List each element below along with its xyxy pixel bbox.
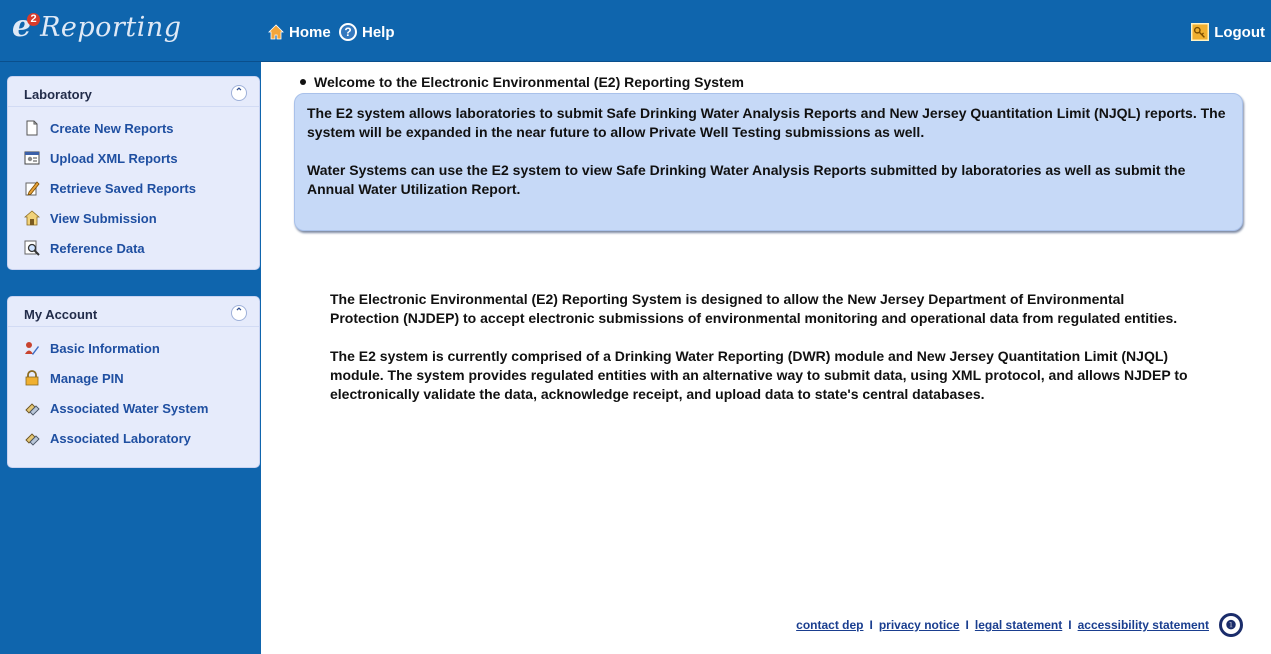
home-icon bbox=[268, 24, 284, 40]
sidebar-item-label: View Submission bbox=[50, 210, 157, 226]
link-icon bbox=[25, 403, 40, 416]
my-account-panel-header[interactable]: My Account ⌃ bbox=[8, 297, 259, 327]
sidebar-item-label: Create New Reports bbox=[50, 120, 174, 136]
laboratory-panel-title: Laboratory bbox=[24, 87, 92, 102]
footer-separator: I bbox=[965, 618, 969, 632]
sidebar-item-associated-laboratory[interactable]: Associated Laboratory bbox=[8, 423, 259, 453]
intro-text: The Electronic Environmental (E2) Report… bbox=[330, 290, 1190, 404]
sidebar-item-label: Retrieve Saved Reports bbox=[50, 180, 196, 196]
sidebar-item-view-submission[interactable]: View Submission bbox=[8, 203, 259, 233]
sidebar-item-create-new-reports[interactable]: Create New Reports bbox=[8, 113, 259, 143]
info-box: The E2 system allows laboratories to sub… bbox=[294, 93, 1243, 231]
sidebar-item-basic-information[interactable]: Basic Information bbox=[8, 333, 259, 363]
collapse-up-icon[interactable]: ⌃ bbox=[231, 85, 247, 101]
logo-text: Reporting bbox=[40, 12, 182, 43]
logout-key-icon bbox=[1191, 23, 1210, 41]
sidebar-item-label: Basic Information bbox=[50, 340, 160, 356]
e2-reporting-logo[interactable]: e 2 Reporting bbox=[12, 12, 182, 52]
info-paragraph: Water Systems can use the E2 system to v… bbox=[307, 162, 1186, 197]
sidebar-item-label: Upload XML Reports bbox=[50, 150, 178, 166]
edit-icon bbox=[25, 181, 40, 196]
my-account-panel: My Account ⌃ Basic Information Manage PI… bbox=[8, 297, 259, 467]
laboratory-panel: Laboratory ⌃ Create New Reports Upload X… bbox=[8, 77, 259, 269]
info-paragraph: The E2 system allows laboratories to sub… bbox=[307, 105, 1226, 140]
house-lock-icon bbox=[24, 210, 40, 226]
accessibility-statement-link[interactable]: accessibility statement bbox=[1078, 618, 1209, 632]
contact-dep-link[interactable]: contact dep bbox=[796, 618, 863, 632]
laboratory-panel-header[interactable]: Laboratory ⌃ bbox=[8, 77, 259, 107]
nav-help-label: Help bbox=[362, 23, 395, 41]
welcome-title: Welcome to the Electronic Environmental … bbox=[314, 74, 744, 90]
footer-separator: I bbox=[869, 618, 873, 632]
logo-superscript: 2 bbox=[27, 12, 41, 26]
sidebar-item-reference-data[interactable]: Reference Data bbox=[8, 233, 259, 263]
nav-help-link[interactable]: ? Help bbox=[339, 22, 395, 42]
intro-paragraph: The E2 system is currently comprised of … bbox=[330, 348, 1188, 402]
sidebar-item-upload-xml-reports[interactable]: Upload XML Reports bbox=[8, 143, 259, 173]
left-sidebar: Laboratory ⌃ Create New Reports Upload X… bbox=[0, 62, 261, 654]
footer-links: contact dep I privacy notice I legal sta… bbox=[796, 612, 1243, 638]
welcome-heading: Welcome to the Electronic Environmental … bbox=[300, 74, 744, 90]
sidebar-item-manage-pin[interactable]: Manage PIN bbox=[8, 363, 259, 393]
sidebar-item-associated-water-system[interactable]: Associated Water System bbox=[8, 393, 259, 423]
collapse-up-icon[interactable]: ⌃ bbox=[231, 305, 247, 321]
help-icon: ? bbox=[339, 23, 357, 41]
bullet-icon bbox=[300, 79, 306, 85]
my-account-panel-title: My Account bbox=[24, 307, 98, 322]
nav-home-label: Home bbox=[289, 23, 331, 41]
intro-paragraph: The Electronic Environmental (E2) Report… bbox=[330, 291, 1178, 326]
sidebar-item-label: Associated Water System bbox=[50, 400, 209, 416]
nav-logout-link[interactable]: Logout bbox=[1191, 22, 1265, 42]
privacy-notice-link[interactable]: privacy notice bbox=[879, 618, 960, 632]
nav-logout-label: Logout bbox=[1214, 23, 1265, 41]
sidebar-item-label: Associated Laboratory bbox=[50, 430, 191, 446]
user-edit-icon bbox=[25, 342, 39, 355]
xml-upload-icon bbox=[24, 151, 40, 165]
footer-separator: I bbox=[1068, 618, 1072, 632]
magnifier-icon bbox=[24, 240, 40, 256]
accessibility-seal-icon[interactable]: ❶ bbox=[1219, 613, 1243, 637]
sidebar-item-retrieve-saved-reports[interactable]: Retrieve Saved Reports bbox=[8, 173, 259, 203]
link-icon bbox=[25, 433, 40, 446]
legal-statement-link[interactable]: legal statement bbox=[975, 618, 1062, 632]
sidebar-item-label: Manage PIN bbox=[50, 370, 124, 386]
lock-icon bbox=[25, 370, 39, 386]
sidebar-item-label: Reference Data bbox=[50, 240, 145, 256]
nav-home-link[interactable]: Home bbox=[268, 22, 331, 42]
document-icon bbox=[26, 120, 38, 136]
top-header-bar: e 2 Reporting Home ? Help Logout bbox=[0, 0, 1271, 62]
